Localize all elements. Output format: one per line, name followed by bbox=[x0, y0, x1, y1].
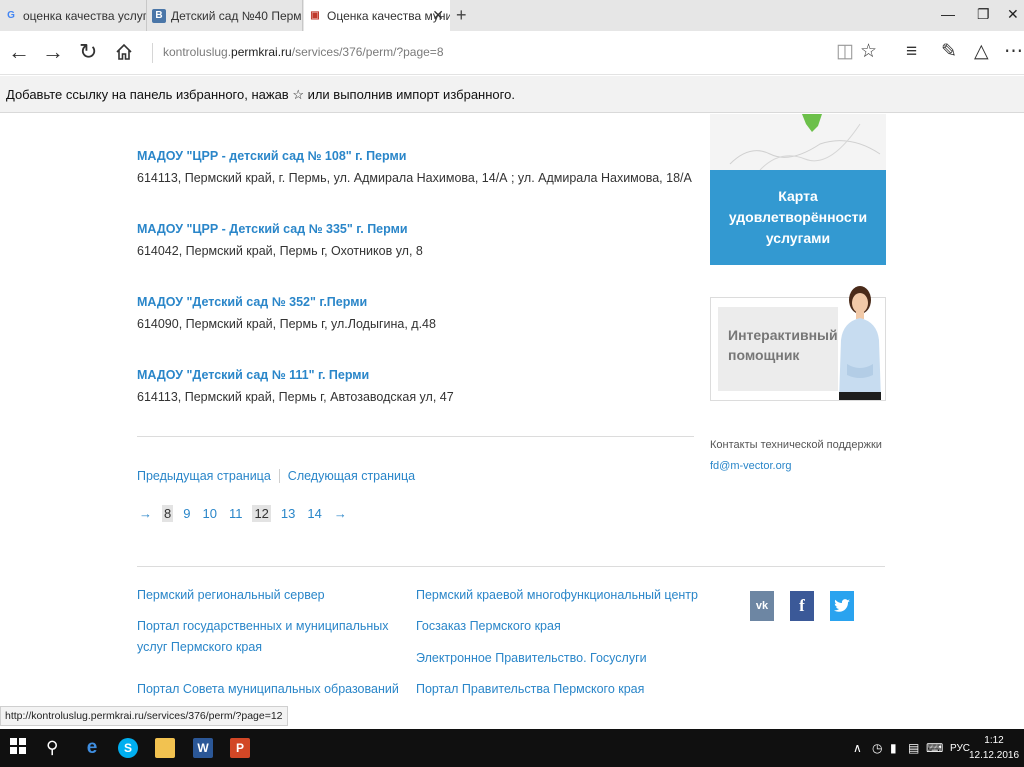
powerpoint-icon[interactable]: P bbox=[230, 738, 250, 758]
hub-icon[interactable]: ≡ bbox=[906, 41, 917, 63]
favorite-star-icon[interactable]: ☆ bbox=[860, 41, 877, 63]
footer-link[interactable]: Электронное Правительство. Госуслуги bbox=[416, 648, 647, 669]
word-icon[interactable]: W bbox=[193, 738, 213, 758]
document-icon: ▣ bbox=[310, 10, 320, 21]
support-email-link[interactable]: fd@m-vector.org bbox=[710, 460, 791, 472]
list-item: МАДОУ "ЦРР - детский сад № 108" г. Перми… bbox=[137, 149, 692, 185]
url-domain: permkrai.ru bbox=[231, 45, 292, 59]
next-page-link[interactable]: Следующая страница bbox=[288, 469, 415, 483]
network-icon[interactable]: ◷ bbox=[872, 741, 882, 755]
org-address: 614090, Пермский край, Пермь г, ул.Лодыг… bbox=[137, 317, 436, 331]
tab-quality-assessment[interactable]: ▣ Оценка качества муни ✕ bbox=[304, 0, 450, 31]
list-item: МАДОУ "ЦРР - Детский сад № 335" г. Перми… bbox=[137, 222, 423, 258]
interactive-helper-widget[interactable]: Интерактивный помощник bbox=[710, 286, 886, 401]
url-prefix: kontroluslug. bbox=[163, 45, 232, 59]
page-link[interactable]: 10 bbox=[200, 505, 218, 522]
home-icon[interactable] bbox=[115, 40, 133, 66]
org-link[interactable]: МАДОУ "ЦРР - детский сад № 108" г. Перми bbox=[137, 149, 692, 163]
assistant-avatar bbox=[839, 286, 881, 400]
edge-icon[interactable]: e bbox=[82, 737, 102, 758]
pagination-arrow-next[interactable]: → bbox=[332, 505, 349, 522]
facebook-icon[interactable]: f bbox=[790, 591, 814, 621]
back-arrow-icon[interactable]: ← bbox=[8, 40, 30, 64]
org-address: 614113, Пермский край, Пермь г, Автозаво… bbox=[137, 390, 454, 404]
status-url: http://kontroluslug.permkrai.ru/services… bbox=[0, 706, 288, 726]
tab-title: Детский сад №40 Пермь, П bbox=[171, 8, 302, 23]
refresh-icon[interactable]: ↻ bbox=[79, 40, 97, 64]
forward-arrow-icon[interactable]: → bbox=[42, 40, 64, 64]
favorites-hint-bar: Добавьте ссылку на панель избранного, на… bbox=[0, 76, 1024, 113]
show-hidden-icons-icon[interactable]: ∧ bbox=[853, 741, 862, 755]
new-tab-button[interactable]: + bbox=[456, 5, 467, 26]
pagination-arrow-prev[interactable]: → bbox=[137, 505, 154, 522]
org-address: 614113, Пермский край, г. Пермь, ул. Адм… bbox=[137, 171, 692, 185]
pagination: → 8 9 10 11 12 13 14 → bbox=[137, 505, 357, 522]
pager-separator bbox=[278, 469, 280, 483]
minimize-button[interactable]: — bbox=[941, 6, 955, 22]
restore-button[interactable]: ❐ bbox=[977, 6, 990, 23]
helper-label: Интерактивный помощник bbox=[718, 307, 838, 391]
footer-link[interactable]: Пермский региональный сервер bbox=[137, 585, 325, 606]
close-window-button[interactable]: ✕ bbox=[1007, 6, 1019, 23]
satisfaction-map-widget[interactable]: Карта удовлетворённости услугами bbox=[710, 114, 886, 265]
url-separator bbox=[152, 43, 153, 63]
clock-date: 12.12.2016 bbox=[968, 750, 1020, 761]
footer-link[interactable]: Портал Правительства Пермского края bbox=[416, 679, 644, 700]
page-link[interactable]: 14 bbox=[305, 505, 323, 522]
url-path: /services/376/perm/?page=8 bbox=[291, 45, 444, 59]
battery-icon[interactable]: ▮ bbox=[890, 741, 897, 755]
clock-time: 1:12 bbox=[984, 735, 1004, 746]
file-explorer-icon[interactable] bbox=[155, 738, 175, 758]
org-link[interactable]: МАДОУ "ЦРР - Детский сад № 335" г. Перми bbox=[137, 222, 423, 236]
page-link[interactable]: 11 bbox=[227, 505, 245, 522]
footer-link[interactable]: Портал Совета муниципальных образований bbox=[137, 679, 399, 700]
footer-divider bbox=[137, 566, 885, 567]
org-address: 614042, Пермский край, Пермь г, Охотнико… bbox=[137, 244, 423, 258]
page-link[interactable]: 13 bbox=[279, 505, 297, 522]
vk-icon: B bbox=[152, 8, 166, 23]
footer-link[interactable]: Госзаказ Пермского края bbox=[416, 616, 561, 637]
more-icon[interactable]: ⋯ bbox=[1004, 41, 1023, 63]
taskbar: ⚲ e S W P ∧ ◷ ▮ ▤ ⌨ РУС 1:12 12.12.2016 bbox=[0, 729, 1024, 767]
list-divider bbox=[137, 436, 694, 437]
footer-link[interactable]: Пермский краевой многофункциональный цен… bbox=[416, 585, 698, 606]
navigation-bar: ← → ↻ kontroluslug.permkrai.ru/services/… bbox=[0, 31, 1024, 75]
list-item: МАДОУ "Детский сад № 352" г.Перми 614090… bbox=[137, 295, 436, 331]
tab-vk-kindergarten[interactable]: B Детский сад №40 Пермь, П bbox=[148, 0, 303, 31]
clock[interactable]: 1:12 12.12.2016 bbox=[966, 733, 1022, 763]
web-note-icon[interactable]: ✎ bbox=[941, 41, 957, 63]
favorites-hint-text: Добавьте ссылку на панель избранного, на… bbox=[6, 87, 515, 102]
list-item: МАДОУ "Детский сад № 111" г. Перми 61411… bbox=[137, 368, 454, 404]
tab-google-search[interactable]: G оценка качества услуг - По bbox=[0, 0, 147, 31]
footer-link[interactable]: Портал государственных и муниципальных у… bbox=[137, 616, 402, 658]
share-icon[interactable]: △ bbox=[974, 41, 989, 63]
page-link-current: 8 bbox=[162, 505, 174, 522]
pager-links: Предыдущая страница Следующая страница bbox=[137, 469, 415, 483]
page-content: МАДОУ "ЦРР - детский сад № 108" г. Перми… bbox=[0, 114, 1024, 710]
org-link[interactable]: МАДОУ "Детский сад № 352" г.Перми bbox=[137, 295, 436, 309]
map-image bbox=[710, 114, 886, 170]
satisfaction-map-button[interactable]: Карта удовлетворённости услугами bbox=[710, 170, 886, 265]
support-label: Контакты технической поддержки bbox=[710, 439, 882, 451]
page-link-hovered[interactable]: 12 bbox=[252, 505, 271, 522]
google-icon: G bbox=[7, 10, 15, 21]
address-field[interactable]: kontroluslug.permkrai.ru/services/376/pe… bbox=[163, 45, 444, 59]
reading-view-icon[interactable]: ◫ bbox=[836, 41, 854, 63]
org-link[interactable]: МАДОУ "Детский сад № 111" г. Перми bbox=[137, 368, 454, 382]
windows-start-icon[interactable] bbox=[10, 737, 26, 759]
search-icon[interactable]: ⚲ bbox=[46, 737, 58, 759]
close-tab-button[interactable]: ✕ bbox=[432, 7, 444, 24]
notifications-icon[interactable]: ▤ bbox=[908, 741, 919, 755]
skype-icon[interactable]: S bbox=[118, 738, 138, 758]
twitter-icon[interactable] bbox=[830, 591, 854, 621]
page-link[interactable]: 9 bbox=[181, 505, 192, 522]
previous-page-link[interactable]: Предыдущая страница bbox=[137, 469, 271, 483]
tab-bar: G оценка качества услуг - По B Детский с… bbox=[0, 0, 1024, 31]
tab-title: оценка качества услуг - По bbox=[23, 8, 146, 23]
keyboard-icon[interactable]: ⌨ bbox=[926, 741, 943, 755]
vk-icon[interactable]: vk bbox=[750, 591, 774, 621]
